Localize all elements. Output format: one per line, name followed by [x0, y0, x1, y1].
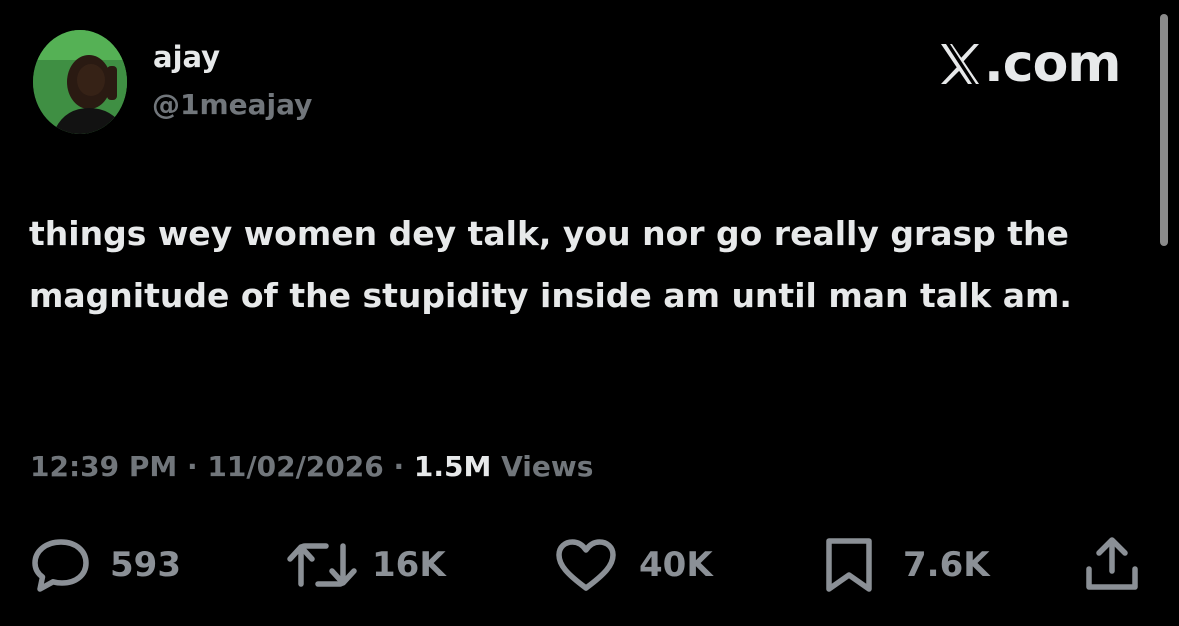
share-button[interactable]	[1083, 535, 1141, 595]
tweet-time[interactable]: 12:39 PM	[30, 450, 177, 483]
action-bar: 593 16K 40K 7.6K	[0, 535, 1179, 595]
meta-separator: ·	[383, 450, 414, 483]
repost-count: 16K	[372, 545, 446, 585]
reply-icon	[32, 538, 90, 592]
like-count: 40K	[639, 545, 713, 585]
share-icon	[1083, 535, 1141, 595]
repost-icon	[286, 538, 358, 592]
reply-count: 593	[110, 545, 181, 585]
like-icon	[555, 538, 617, 592]
brand-label: .com	[984, 34, 1121, 94]
author-handle[interactable]: @1meajay	[152, 88, 312, 121]
bookmark-count: 7.6K	[903, 545, 990, 585]
views-label[interactable]: Views	[491, 450, 593, 483]
repost-button[interactable]: 16K	[286, 535, 446, 595]
reply-button[interactable]: 593	[32, 535, 181, 595]
bookmark-button[interactable]: 7.6K	[823, 535, 990, 595]
like-button[interactable]: 40K	[555, 535, 713, 595]
tweet-meta: 12:39 PM · 11/02/2026 · 1.5M Views	[30, 450, 593, 483]
avatar[interactable]	[33, 30, 127, 134]
views-count[interactable]: 1.5M	[414, 450, 491, 483]
x-logo-icon	[938, 39, 982, 89]
scrollbar[interactable]	[1160, 14, 1168, 246]
brand-watermark: .com	[938, 34, 1121, 94]
tweet-date[interactable]: 11/02/2026	[207, 450, 383, 483]
meta-separator: ·	[177, 450, 208, 483]
tweet-text: things wey women dey talk, you nor go re…	[29, 214, 1072, 315]
avatar-image	[33, 30, 127, 134]
bookmark-icon	[823, 535, 875, 595]
author-display-name[interactable]: ajay	[153, 40, 220, 74]
